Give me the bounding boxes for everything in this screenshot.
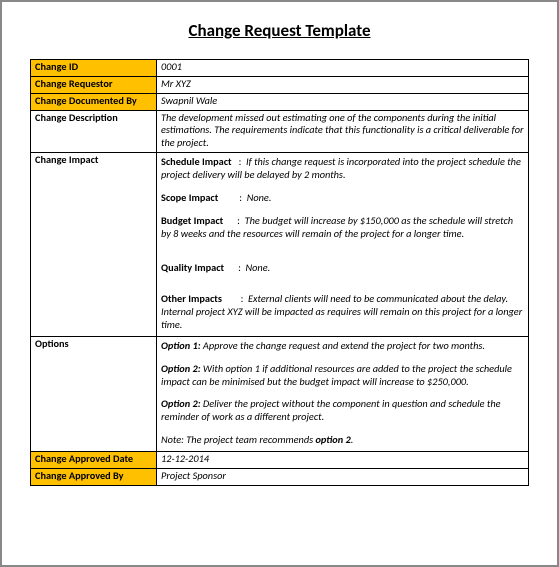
note-prefix: Note: The project team recommends	[161, 433, 315, 446]
value-change-requestor: Mr XYZ	[157, 76, 529, 93]
note-bold: option 2	[315, 433, 350, 446]
label-change-id: Change ID	[31, 60, 157, 77]
option-2-text: With option 1 if additional resources ar…	[161, 362, 512, 388]
impact-other-label: Other Impacts	[161, 292, 222, 305]
option-1-label: Option 1:	[161, 339, 201, 352]
impact-quality: Quality Impact : None.	[161, 262, 524, 275]
label-change-documented-by: Change Documented By	[31, 93, 157, 110]
label-options: Options	[31, 336, 157, 451]
label-change-impact: Change Impact	[31, 153, 157, 337]
option-2-label: Option 2:	[161, 362, 201, 375]
row-change-approved-by: Change Approved By Project Sponsor	[31, 468, 529, 485]
value-change-impact: Schedule Impact : If this change request…	[157, 153, 529, 337]
option-1-text: Approve the change request and extend th…	[201, 339, 485, 352]
row-change-id: Change ID 0001	[31, 60, 529, 77]
impact-scope-text: None.	[247, 191, 272, 204]
note-suffix: .	[351, 433, 354, 446]
row-change-impact: Change Impact Schedule Impact : If this …	[31, 153, 529, 337]
option-3-text: Deliver the project without the componen…	[161, 397, 501, 423]
document-page: Change Request Template Change ID 0001 C…	[0, 0, 559, 567]
impact-budget-label: Budget Impact	[161, 214, 223, 227]
value-change-description: The development missed out estimating on…	[157, 110, 529, 153]
value-change-approved-date: 12-12-2014	[157, 452, 529, 469]
impact-other: Other Impacts : External clients will ne…	[161, 293, 524, 332]
label-change-requestor: Change Requestor	[31, 76, 157, 93]
option-1: Option 1: Approve the change request and…	[161, 340, 524, 353]
change-request-table: Change ID 0001 Change Requestor Mr XYZ C…	[30, 59, 529, 486]
value-change-id: 0001	[157, 60, 529, 77]
impact-scope-label: Scope Impact	[161, 191, 218, 204]
row-options: Options Option 1: Approve the change req…	[31, 336, 529, 451]
value-change-approved-by: Project Sponsor	[157, 468, 529, 485]
impact-schedule: Schedule Impact : If this change request…	[161, 156, 524, 182]
row-change-requestor: Change Requestor Mr XYZ	[31, 76, 529, 93]
row-change-description: Change Description The development misse…	[31, 110, 529, 153]
row-change-documented-by: Change Documented By Swapnil Wale	[31, 93, 529, 110]
label-change-description: Change Description	[31, 110, 157, 153]
impact-scope: Scope Impact : None.	[161, 192, 524, 205]
options-note: Note: The project team recommends option…	[161, 434, 524, 447]
label-change-approved-date: Change Approved Date	[31, 452, 157, 469]
impact-quality-label: Quality Impact	[161, 261, 224, 274]
impact-schedule-label: Schedule Impact	[161, 155, 232, 168]
value-change-documented-by: Swapnil Wale	[157, 93, 529, 110]
row-change-approved-date: Change Approved Date 12-12-2014	[31, 452, 529, 469]
option-3: Option 2: Deliver the project without th…	[161, 398, 524, 424]
option-2: Option 2: With option 1 if additional re…	[161, 363, 524, 389]
page-title: Change Request Template	[30, 20, 529, 41]
option-3-label: Option 2:	[161, 397, 201, 410]
impact-quality-text: None.	[246, 261, 271, 274]
value-options: Option 1: Approve the change request and…	[157, 336, 529, 451]
impact-budget: Budget Impact : The budget will increase…	[161, 215, 524, 241]
label-change-approved-by: Change Approved By	[31, 468, 157, 485]
